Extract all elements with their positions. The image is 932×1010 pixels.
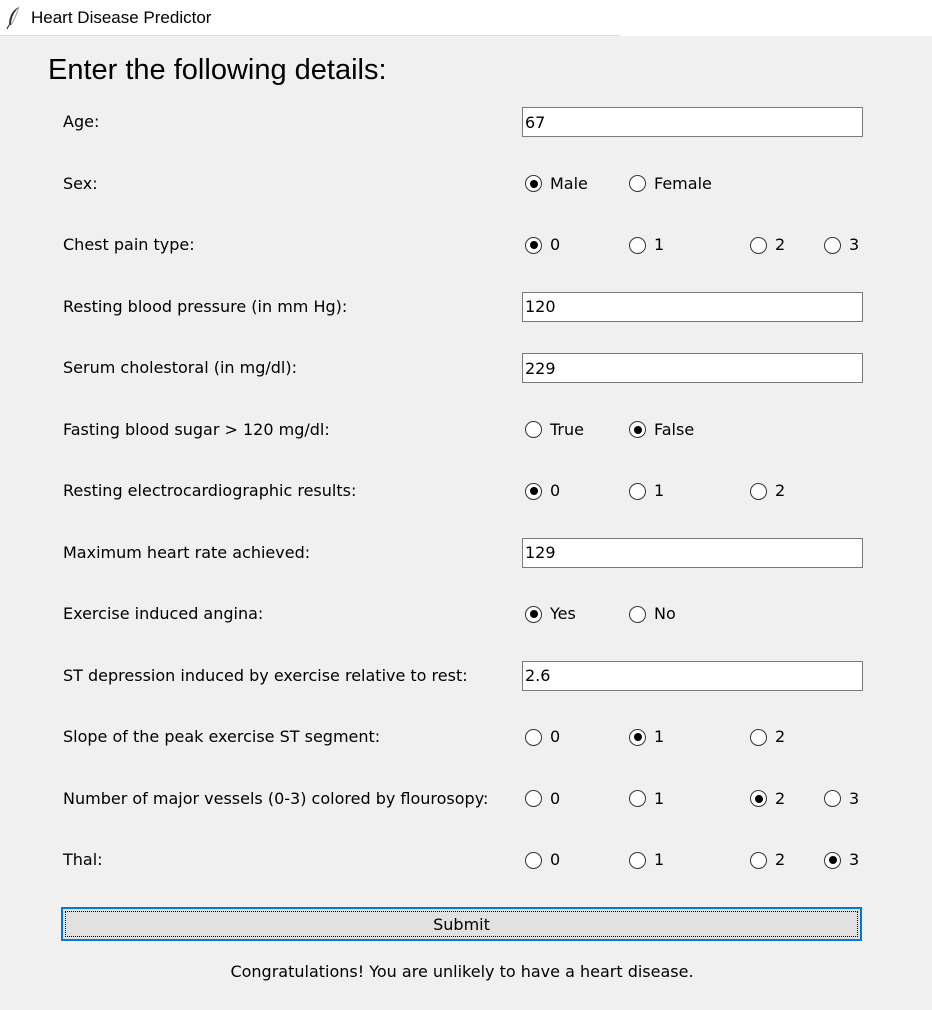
radio-option-label: 0 <box>550 727 561 746</box>
field-label-maximum-heart-rate-achieved: Maximum heart rate achieved: <box>63 542 311 562</box>
input-maximum-heart-rate-achieved[interactable] <box>522 537 863 568</box>
radio-unselected-icon <box>750 482 767 500</box>
radio-unselected-icon <box>629 851 646 869</box>
radio-number-of-major-vessels-0-3-colored-by-flourosopy-2[interactable]: 2 <box>750 789 785 809</box>
radio-number-of-major-vessels-0-3-colored-by-flourosopy-3[interactable]: 3 <box>824 789 859 809</box>
radio-exercise-induced-angina-no[interactable]: No <box>629 604 676 624</box>
radio-option-label: Female <box>654 173 712 193</box>
radio-resting-electrocardiographic-results-1[interactable]: 1 <box>629 481 664 501</box>
radio-thal-2[interactable]: 2 <box>750 850 785 870</box>
radio-resting-electrocardiographic-results-2[interactable]: 2 <box>750 481 785 501</box>
radio-unselected-icon <box>525 851 542 869</box>
window-title: Heart Disease Predictor <box>31 8 212 27</box>
radio-unselected-icon <box>629 175 646 192</box>
submit-label: Submit <box>65 911 858 937</box>
radio-chest-pain-type-3[interactable]: 3 <box>824 235 859 255</box>
field-label-resting-blood-pressure-in-mm-hg: Resting blood pressure (in mm Hg): <box>63 296 348 316</box>
radio-slope-of-the-peak-exercise-st-segment-2[interactable]: 2 <box>750 727 785 747</box>
radio-selected-icon <box>750 790 767 807</box>
radio-option-label: 1 <box>654 235 665 254</box>
radio-slope-of-the-peak-exercise-st-segment-1[interactable]: 1 <box>629 727 664 747</box>
radio-option-label: 0 <box>550 788 561 808</box>
field-label-thal: Thal: <box>63 850 103 869</box>
radio-option-label: No <box>654 604 676 623</box>
radio-option-label: 1 <box>654 788 665 808</box>
radio-option-label: 3 <box>849 788 860 808</box>
radio-option-label: 1 <box>654 727 665 746</box>
field-label-sex: Sex: <box>63 173 98 193</box>
form-panel <box>0 36 932 1010</box>
radio-option-label: Yes <box>550 604 576 623</box>
radio-thal-3[interactable]: 3 <box>824 850 859 870</box>
input-age[interactable] <box>522 107 863 137</box>
radio-sex-female[interactable]: Female <box>629 174 712 194</box>
input-serum-cholestoral-in-mg-dl[interactable] <box>522 353 863 383</box>
radio-unselected-icon <box>629 482 646 500</box>
radio-unselected-icon <box>525 728 542 746</box>
field-label-serum-cholestoral-in-mg-dl: Serum cholestoral (in mg/dl): <box>63 358 297 377</box>
radio-selected-icon <box>525 236 542 254</box>
radio-option-label: 1 <box>654 850 665 869</box>
radio-selected-icon <box>525 605 542 623</box>
radio-option-label: 0 <box>550 235 561 254</box>
radio-chest-pain-type-0[interactable]: 0 <box>525 235 560 255</box>
field-label-fasting-blood-sugar-120-mg-dl: Fasting blood sugar > 120 mg/dl: <box>63 419 330 439</box>
field-label-st-depression-induced-by-exercise-relative-to-rest: ST depression induced by exercise relati… <box>63 665 468 685</box>
field-label-number-of-major-vessels-0-3-colored-by-flourosopy: Number of major vessels (0-3) colored by… <box>63 788 489 808</box>
radio-unselected-icon <box>750 851 767 869</box>
radio-selected-icon <box>629 728 646 746</box>
radio-selected-icon <box>525 175 542 192</box>
field-label-chest-pain-type: Chest pain type: <box>63 235 195 254</box>
radio-selected-icon <box>525 482 542 500</box>
radio-fasting-blood-sugar-120-mg-dl-true[interactable]: True <box>525 420 584 440</box>
radio-unselected-icon <box>629 790 646 807</box>
radio-option-label: 2 <box>775 850 786 869</box>
radio-option-label: Male <box>550 173 588 193</box>
radio-unselected-icon <box>750 236 767 254</box>
radio-sex-male[interactable]: Male <box>525 174 588 194</box>
input-resting-blood-pressure-in-mm-hg[interactable] <box>522 291 863 322</box>
field-label-exercise-induced-angina: Exercise induced angina: <box>63 604 264 623</box>
radio-unselected-icon <box>629 605 646 623</box>
input-st-depression-induced-by-exercise-relative-to-rest[interactable] <box>522 660 863 691</box>
radio-option-label: 2 <box>775 788 786 808</box>
radio-fasting-blood-sugar-120-mg-dl-false[interactable]: False <box>629 420 694 440</box>
radio-slope-of-the-peak-exercise-st-segment-0[interactable]: 0 <box>525 727 560 747</box>
submit-button[interactable]: Submit <box>61 907 862 941</box>
radio-resting-electrocardiographic-results-0[interactable]: 0 <box>525 481 560 501</box>
field-label-resting-electrocardiographic-results: Resting electrocardiographic results: <box>63 481 357 500</box>
radio-option-label: 0 <box>550 850 561 869</box>
window-titlebar[interactable]: Heart Disease Predictor <box>0 0 932 36</box>
radio-option-label: 2 <box>775 481 786 500</box>
radio-thal-1[interactable]: 1 <box>629 850 664 870</box>
radio-chest-pain-type-2[interactable]: 2 <box>750 235 785 255</box>
radio-option-label: True <box>550 419 584 439</box>
radio-exercise-induced-angina-yes[interactable]: Yes <box>525 604 576 624</box>
radio-option-label: 3 <box>849 850 860 869</box>
radio-option-label: 2 <box>775 235 786 254</box>
radio-unselected-icon <box>629 236 646 254</box>
radio-option-label: 3 <box>849 235 860 254</box>
radio-thal-0[interactable]: 0 <box>525 850 560 870</box>
radio-unselected-icon <box>824 790 841 807</box>
radio-chest-pain-type-1[interactable]: 1 <box>629 235 664 255</box>
radio-number-of-major-vessels-0-3-colored-by-flourosopy-0[interactable]: 0 <box>525 789 560 809</box>
radio-number-of-major-vessels-0-3-colored-by-flourosopy-1[interactable]: 1 <box>629 789 664 809</box>
radio-unselected-icon <box>525 421 542 438</box>
radio-option-label: 0 <box>550 481 561 500</box>
field-label-age: Age: <box>63 112 100 131</box>
radio-selected-icon <box>824 851 841 869</box>
radio-unselected-icon <box>525 790 542 807</box>
result-message: Congratulations! You are unlikely to hav… <box>230 962 694 981</box>
radio-option-label: 2 <box>775 727 786 746</box>
radio-selected-icon <box>629 421 646 438</box>
radio-unselected-icon <box>750 728 767 746</box>
form-heading: Enter the following details: <box>48 54 387 86</box>
feather-icon <box>6 6 20 30</box>
radio-option-label: 1 <box>654 481 665 500</box>
radio-option-label: False <box>654 419 695 439</box>
field-label-slope-of-the-peak-exercise-st-segment: Slope of the peak exercise ST segment: <box>63 727 381 746</box>
radio-unselected-icon <box>824 236 841 254</box>
